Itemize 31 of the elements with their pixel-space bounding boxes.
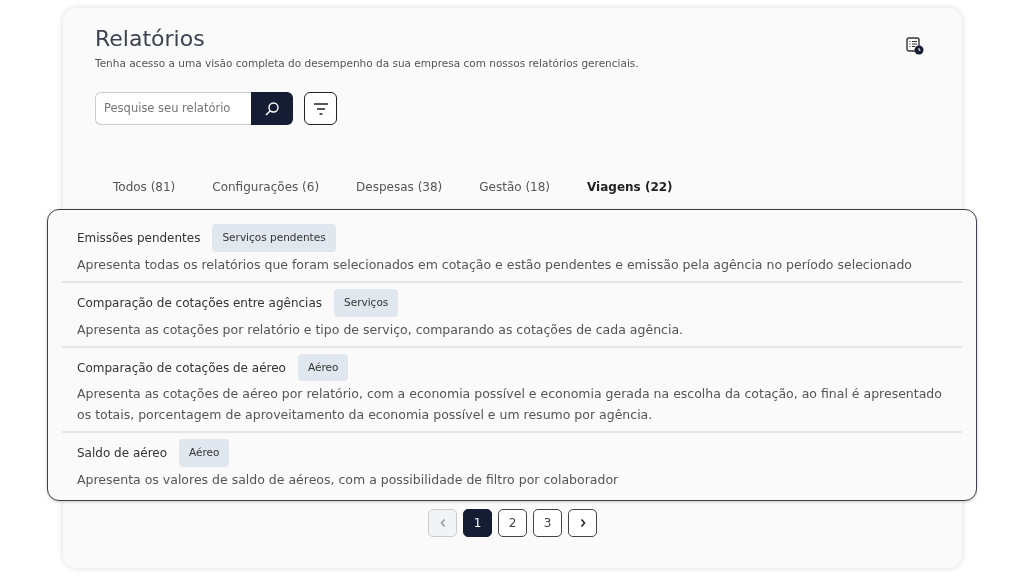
- tab[interactable]: Despesas (38): [356, 178, 443, 197]
- page-button[interactable]: 1: [463, 509, 492, 538]
- page-button[interactable]: 2: [498, 509, 527, 538]
- report-title[interactable]: Saldo de aéreo: [77, 444, 168, 463]
- search-button[interactable]: [251, 92, 293, 126]
- page-button[interactable]: 3: [533, 509, 562, 538]
- filter-button[interactable]: [304, 92, 337, 126]
- search-icon: [264, 100, 280, 117]
- category-tag: Serviços: [334, 288, 399, 317]
- report-description: Apresenta os valores de saldo de aéreos, com a possibilidade de filtro por colaborador: [77, 471, 620, 490]
- category-tag: Aéreo: [179, 439, 230, 468]
- report-description: Apresenta as cotações por relatório e tipo de serviço, comparando as cotações de cada agência.: [77, 320, 685, 339]
- report-title[interactable]: Comparação de cotações entre agências: [77, 293, 323, 312]
- tab[interactable]: Configurações (6): [212, 178, 320, 197]
- report-clock-icon[interactable]: [906, 37, 924, 55]
- report-description: Apresenta as cotações de aéreo por relatório, com a economia possível e economia gerada na escolha da cotação, ao final é apresentado os totais, porcentagem de aproveitamento da economia possível e um resumo por agência.: [77, 385, 943, 425]
- tab[interactable]: Gestão (18): [479, 178, 551, 197]
- search-field[interactable]: Pesquise seu relatório: [95, 92, 251, 126]
- category-tag: Aéreo: [297, 353, 349, 382]
- page-subtitle: Tenha acesso a uma visão completa do desempenho da sua empresa com nossos relatórios gerenciais.: [95, 56, 639, 72]
- next-page-button[interactable]: [568, 509, 597, 538]
- chevron-right-icon: [578, 518, 587, 529]
- filter-icon: [312, 101, 329, 116]
- tab[interactable]: Viagens (22): [587, 178, 673, 197]
- tab[interactable]: Todos (81): [113, 178, 176, 197]
- chevron-left-icon: [438, 518, 447, 529]
- page-title: Relatórios: [95, 26, 206, 53]
- report-title[interactable]: Emissões pendentes: [77, 229, 201, 247]
- category-tag: Serviços pendentes: [212, 224, 336, 252]
- report-description: Apresenta todas os relatórios que foram selecionados em cotação e estão pendentes e emissão pela agência no período selecionado: [77, 255, 913, 274]
- report-title[interactable]: Comparação de cotações de aéreo: [77, 358, 286, 377]
